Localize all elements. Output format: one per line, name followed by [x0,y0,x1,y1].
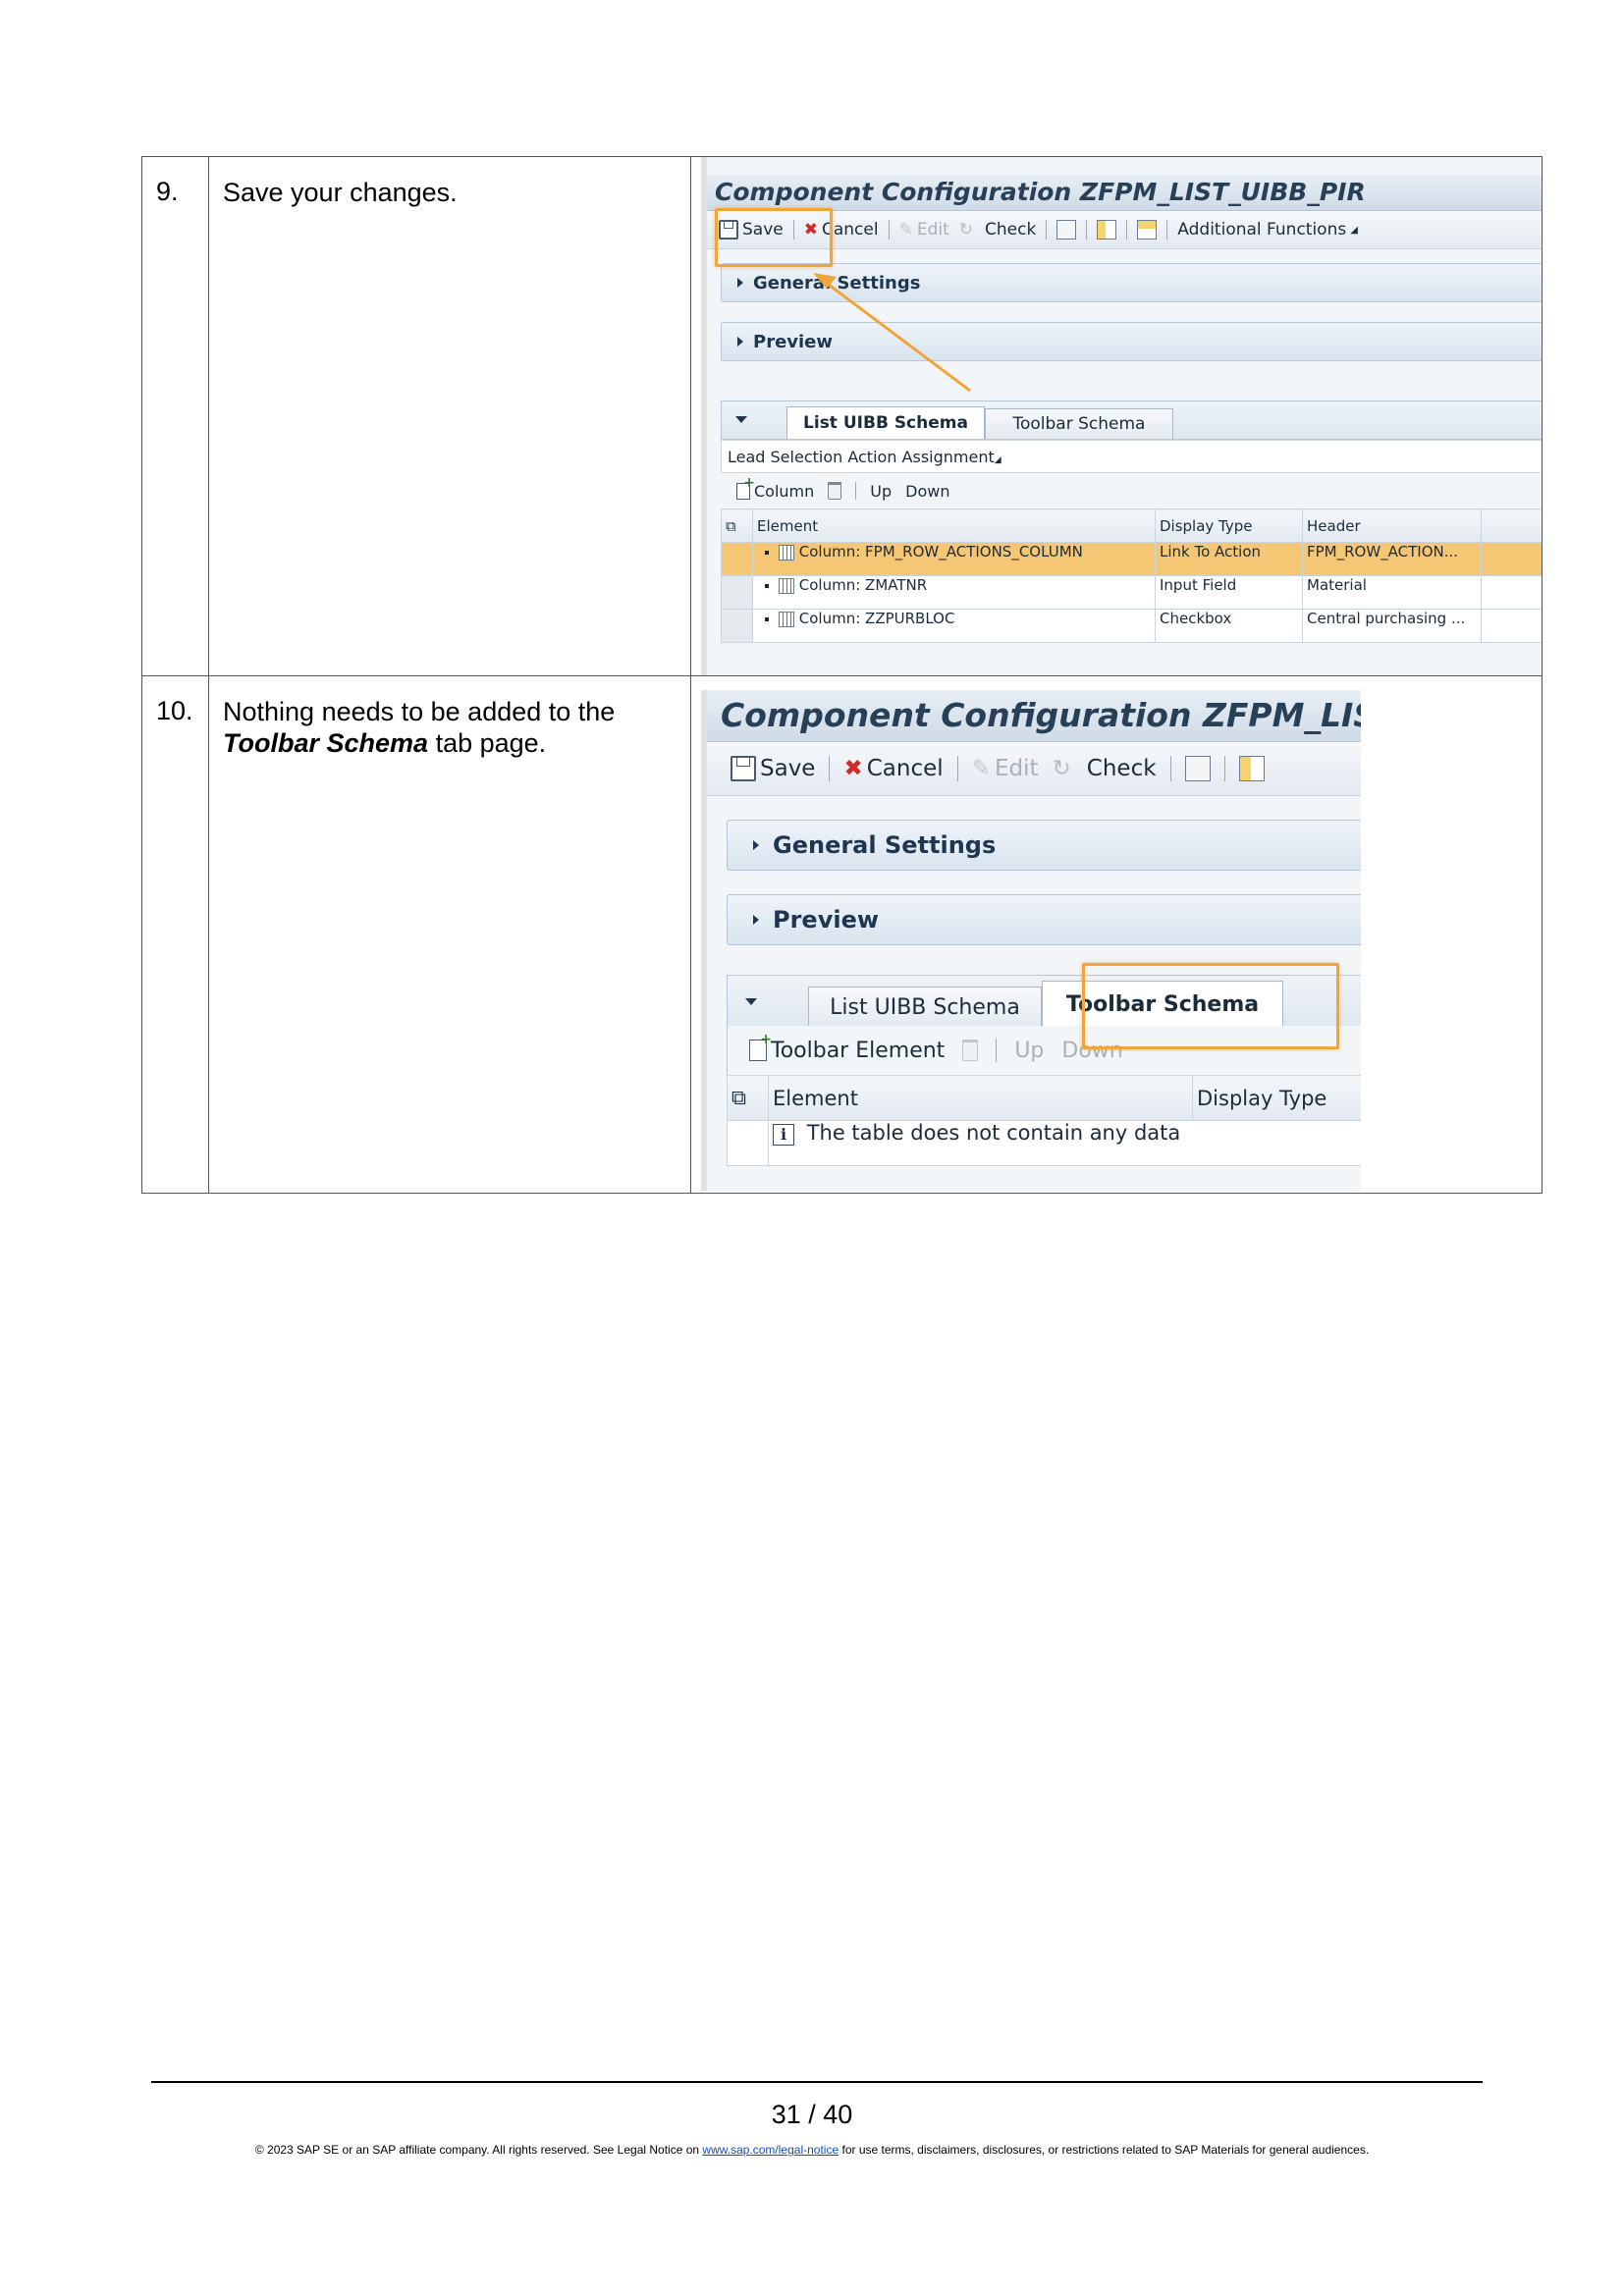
column-icon [779,577,794,594]
element-cell: Column: FPM_ROW_ACTIONS_COLUMN [798,543,1083,561]
config-title: Component Configuration ZFPM_LIST_ [707,690,1361,742]
tab-toolbar-schema[interactable]: Toolbar Schema [985,408,1173,439]
select-all-icon[interactable]: ⧉ [727,1075,769,1121]
delete-icon[interactable] [962,1040,979,1061]
lead-selection-row: Lead Selection Action Assignment ◢ [721,440,1542,473]
check-button[interactable]: ↻ Check [1053,756,1157,781]
preview-panel[interactable]: Preview [727,894,1361,945]
column-header[interactable]: Element [768,1075,1193,1121]
pencil-icon: ✎ [971,756,991,781]
table-row[interactable]: Column: FPM_ROW_ACTIONS_COLUMN Link To A… [721,542,1542,576]
down-button[interactable]: Down [1061,1039,1122,1063]
separator [1223,756,1225,781]
element-cell: Column: ZMATNR [798,576,928,595]
separator [1169,756,1171,781]
schema-table-wrap: ⧉ Element Display Type i The table does … [727,1075,1361,1166]
row-selector[interactable] [721,542,753,576]
columns-layout-icon[interactable] [1238,756,1265,781]
menu-triangle-icon: ◢ [994,455,1001,465]
up-button[interactable]: Up [870,482,892,501]
step-screenshot: Component Configuration ZFPM_LIST_ Save … [690,675,1543,1194]
empty-table-row: i The table does not contain any data [727,1120,1361,1166]
column-icon [779,544,794,561]
save-button[interactable]: Save [731,756,815,781]
header-cell: FPM_ROW_ACTION... [1302,542,1482,576]
list-toolbar: Toolbar Element Up Down [727,1026,1361,1075]
schema-tabstrip: List UIBB Schema Toolbar Schema [727,975,1361,1028]
expand-icon [753,915,759,925]
column-header[interactable]: Display Type [1192,1075,1361,1121]
down-button[interactable]: Down [905,482,949,501]
schema-tabstrip: List UIBB Schema Toolbar Schema [721,400,1542,440]
table-header-row: ⧉ Element Display Type [727,1075,1361,1121]
collapse-icon[interactable] [745,998,757,1005]
edit-button[interactable]: ✎ Edit [972,756,1039,781]
separator [956,756,958,781]
delete-icon[interactable] [828,482,842,500]
display-type-cell: Input Field [1155,575,1303,610]
step-screenshot: Component Configuration ZFPM_LIST_UIBB_P… [690,156,1543,676]
layout-icon[interactable] [1184,756,1211,781]
tab-list-uibb-schema[interactable]: List UIBB Schema [808,987,1042,1027]
lead-selection-label[interactable]: Lead Selection Action Assignment [728,448,995,466]
tab-list-uibb-schema[interactable]: List UIBB Schema [786,406,985,439]
table-row[interactable]: Column: ZMATNR Input Field Material [721,575,1542,610]
column-icon [779,611,794,627]
separator [829,756,831,781]
tab-toolbar-schema[interactable]: Toolbar Schema [1042,981,1283,1027]
legal-notice-link[interactable]: www.sap.com/legal-notice [702,2143,839,2157]
list-toolbar: Column Up Down [721,473,1542,508]
add-column-button[interactable]: Column [736,475,814,501]
separator [996,1039,998,1062]
step-row-10: 10. Nothing needs to be added to the Too… [141,675,1543,1194]
legal-notice: © 2023 SAP SE or an SAP affiliate compan… [254,2143,1370,2157]
schema-table: ⧉ Element Display Type Header Column: FP… [721,508,1542,643]
save-icon [731,756,756,781]
footer-rule [151,2081,1483,2083]
column-header[interactable]: Element [752,508,1156,543]
table-row[interactable]: Column: ZZPURBLOC Checkbox Central purch… [721,609,1542,643]
row-selector[interactable] [721,575,753,610]
add-icon [749,1032,772,1061]
header-cell: Central purchasing ... [1302,609,1482,643]
cancel-icon: ✖ [843,756,863,781]
header-cell: Material [1302,575,1482,610]
step-row-9: 9. Save your changes. Component Configur… [141,156,1543,676]
table-header-row: ⧉ Element Display Type Header [721,508,1542,543]
schema-table: ⧉ Element Display Type i The table does … [727,1075,1361,1166]
sap-screenshot-9: Component Configuration ZFPM_LIST_UIBB_P… [701,157,1542,675]
add-icon [736,475,755,500]
step-number: 10. [141,675,209,1194]
column-header[interactable]: Header [1302,508,1482,543]
add-toolbar-element-button[interactable]: Toolbar Element [749,1032,945,1063]
main-toolbar: Save ✖ Cancel ✎ Edit ↻ Check [707,742,1361,796]
select-all-icon[interactable]: ⧉ [721,508,753,543]
cancel-button[interactable]: ✖ Cancel [843,756,943,781]
empty-message: The table does not contain any data [806,1121,1181,1146]
separator [855,482,857,500]
collapse-icon[interactable] [735,416,747,423]
step-text: Nothing needs to be added to the Toolbar… [208,675,691,1194]
general-settings-panel[interactable]: General Settings [727,820,1361,871]
element-cell: Column: ZZPURBLOC [798,610,955,628]
page-number: 31 / 40 [771,2100,853,2129]
info-icon: i [773,1123,794,1146]
column-header[interactable]: Display Type [1155,508,1303,543]
up-button[interactable]: Up [1014,1039,1044,1063]
sap-screenshot-10: Component Configuration ZFPM_LIST_ Save … [701,690,1361,1191]
step-text: Save your changes. [208,156,691,676]
display-type-cell: Checkbox [1155,609,1303,643]
expand-icon [753,840,759,850]
refresh-icon: ↻ [1052,756,1071,781]
step-number: 9. [141,156,209,676]
steps-table: 9. Save your changes. Component Configur… [141,156,1543,1194]
display-type-cell: Link To Action [1155,542,1303,576]
schema-table-wrap: ⧉ Element Display Type Header Column: FP… [721,508,1542,643]
row-selector[interactable] [721,609,753,643]
